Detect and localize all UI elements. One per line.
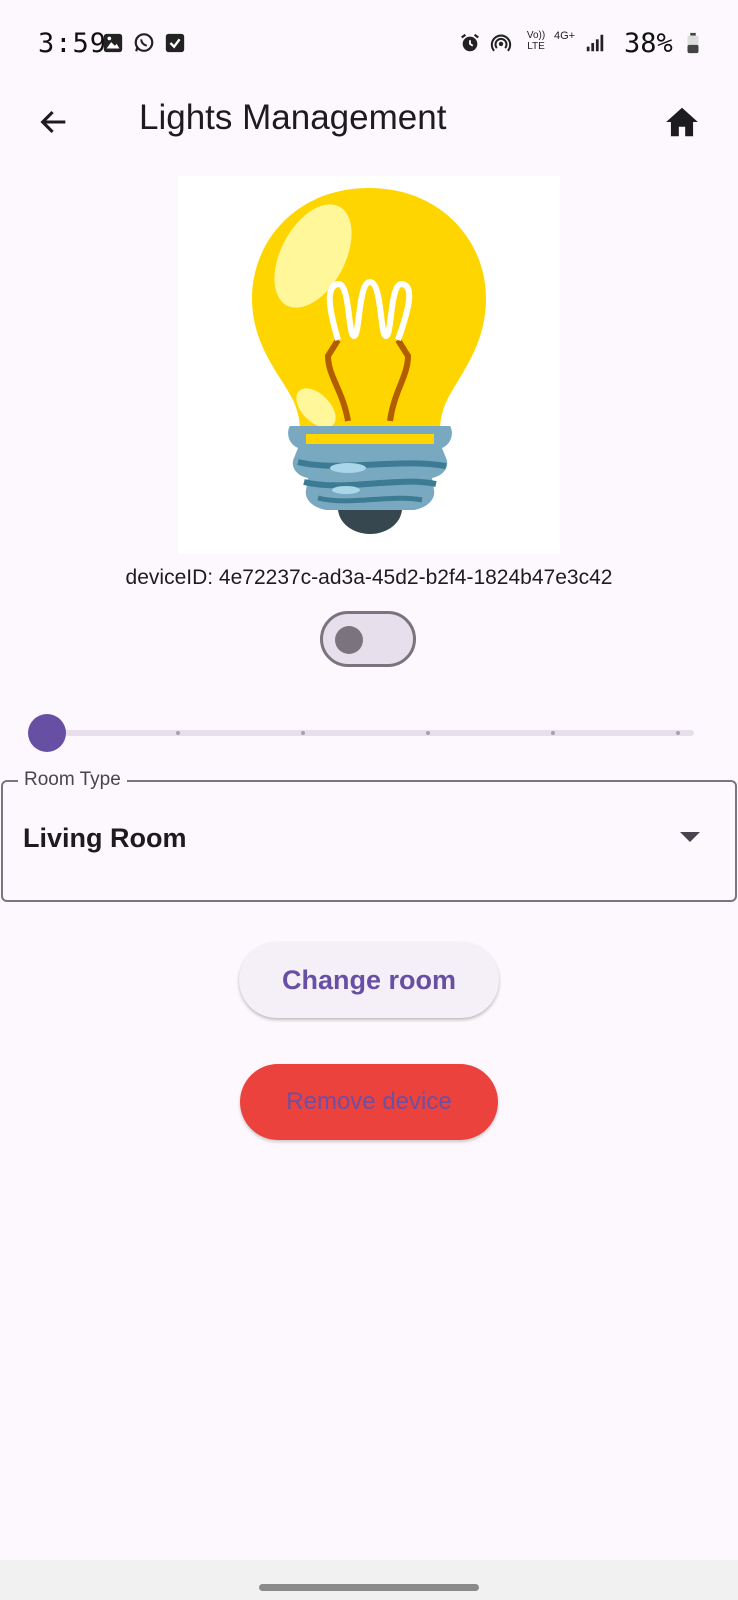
home-button[interactable]	[656, 96, 708, 148]
arrow-left-icon	[40, 110, 66, 134]
slider-tick	[301, 731, 305, 735]
light-bulb-icon	[252, 188, 486, 534]
light-bulb-image	[178, 176, 560, 554]
slider-tick	[176, 731, 180, 735]
brightness-slider[interactable]	[28, 712, 694, 752]
whatsapp-notification-icon	[134, 33, 154, 52]
hotspot-icon	[490, 34, 512, 52]
change-room-button[interactable]: Change room	[239, 942, 499, 1018]
volte-indicator: Vo)) LTE	[526, 30, 546, 52]
network-type-indicator: 4G+	[554, 30, 576, 42]
slider-tick	[551, 731, 555, 735]
home-gesture-handle[interactable]	[259, 1584, 479, 1591]
page-title: Lights Management	[139, 98, 447, 137]
room-type-label: Room Type	[18, 769, 127, 791]
room-type-value: Living Room	[23, 823, 187, 853]
alarm-icon	[461, 33, 479, 52]
switch-thumb	[335, 626, 363, 654]
slider-handle[interactable]	[28, 714, 66, 752]
power-toggle-switch[interactable]	[320, 611, 416, 667]
battery-icon	[687, 32, 699, 54]
navigation-bar	[0, 1560, 738, 1600]
slider-tick	[426, 731, 430, 735]
back-button[interactable]	[28, 96, 80, 148]
battery-percentage: 38%	[624, 28, 673, 59]
slider-track	[46, 730, 694, 736]
signal-strength-icon	[586, 34, 604, 52]
status-time: 3:59	[38, 28, 108, 59]
dropdown-arrow-icon[interactable]	[680, 832, 700, 842]
gallery-notification-icon	[103, 33, 123, 53]
remove-device-button[interactable]: Remove device	[240, 1064, 498, 1140]
task-notification-icon	[165, 33, 185, 53]
home-icon	[666, 107, 698, 137]
device-id-label: deviceID: 4e72237c-ad3a-45d2-b2f4-1824b4…	[125, 566, 613, 589]
slider-tick	[676, 731, 680, 735]
